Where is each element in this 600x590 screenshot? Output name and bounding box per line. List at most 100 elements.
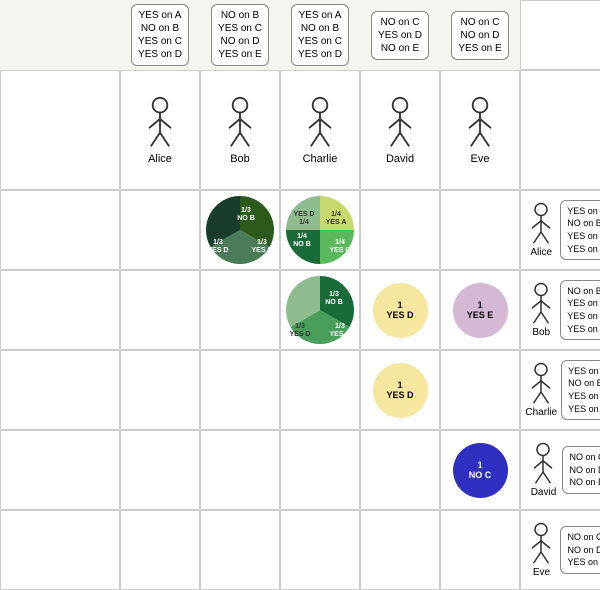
david-right-icon	[528, 442, 558, 487]
r5c2-empty	[120, 350, 200, 430]
svg-text:1/4: 1/4	[299, 219, 309, 226]
bob-right-icon	[526, 282, 556, 327]
bob-label-top: Bob	[230, 153, 250, 165]
svg-text:YES D: YES D	[289, 331, 310, 338]
david-right-label: David	[531, 487, 557, 498]
svg-text:YES D: YES D	[207, 247, 228, 254]
top-right-empty	[520, 0, 600, 70]
corner-empty	[0, 0, 120, 70]
svg-text:1/4: 1/4	[297, 233, 307, 240]
right-alice-cell: Alice YES on ANO on BYES on CYES on D	[520, 190, 600, 270]
circle-eve-david: 1 NO C	[453, 443, 508, 498]
r5c3-empty	[200, 350, 280, 430]
charlie-label-top: Charlie	[303, 153, 338, 165]
right-eve-cell: Eve NO on CNO on DYES on E	[520, 510, 600, 590]
eve-label-top: Eve	[471, 153, 490, 165]
david-right-votes: NO on CNO on DNO on E	[562, 446, 600, 494]
r7c5-empty	[360, 510, 440, 590]
svg-text:YES C: YES C	[251, 247, 272, 254]
cell-bob-alice: 1/3 NO B 1/3 YES C 1/3 YES D	[200, 190, 280, 270]
persons-right-empty	[520, 70, 600, 190]
header-bob: NO on BYES on CNO on DYES on E	[200, 0, 280, 70]
svg-text:1/3: 1/3	[241, 207, 251, 214]
alice-right-icon	[526, 202, 556, 247]
person-alice-top: Alice	[120, 70, 200, 190]
eve-right-votes: NO on CNO on DYES on E	[560, 526, 600, 574]
r5c6-empty	[440, 350, 520, 430]
alice-label-top: Alice	[148, 153, 172, 165]
r6c1-empty	[0, 430, 120, 510]
circle-david-charlie: 1 YES D	[373, 363, 428, 418]
cell-david-charlie: 1 YES D	[360, 350, 440, 430]
right-charlie-cell: Charlie YES on ANO on BYES on CYES on D	[520, 350, 600, 430]
alice-icon	[140, 96, 180, 151]
eve-right-icon	[526, 522, 556, 567]
person-eve-top: Eve	[440, 70, 520, 190]
david-label-top: David	[386, 153, 414, 165]
r7c2-empty	[120, 510, 200, 590]
persons-row-empty	[0, 70, 120, 190]
eve-right-label: Eve	[533, 567, 550, 578]
svg-text:YES C: YES C	[329, 247, 350, 254]
r6c5-empty	[360, 430, 440, 510]
cell-eve-david: 1 NO C	[440, 430, 520, 510]
header-eve: NO on CNO on DYES on E	[440, 0, 520, 70]
charlie-right-icon	[526, 362, 556, 407]
svg-text:1/3: 1/3	[335, 323, 345, 330]
r7c6-empty	[440, 510, 520, 590]
charlie-icon	[300, 96, 340, 151]
r3c5-empty	[360, 190, 440, 270]
svg-text:1/3: 1/3	[257, 239, 267, 246]
eve-icon	[460, 96, 500, 151]
alice-right-label: Alice	[530, 247, 552, 258]
header-david: NO on CYES on DNO on E	[360, 0, 440, 70]
charlie-right-label: Charlie	[525, 407, 557, 418]
cell-charlie-bob: 1/3 NO B 1/3 YES C 1/3 YES D	[280, 270, 360, 350]
svg-text:NO B: NO B	[293, 241, 311, 248]
david-icon	[380, 96, 420, 151]
svg-text:1/3: 1/3	[329, 291, 339, 298]
bob-right-votes: NO on BYES on CYES on DYES on E	[560, 280, 600, 340]
bob-right-label: Bob	[532, 327, 550, 338]
r3c1-empty	[0, 190, 120, 270]
r7c3-empty	[200, 510, 280, 590]
charlie-right-votes: YES on ANO on BYES on CYES on D	[561, 360, 600, 420]
r3c2-empty	[120, 190, 200, 270]
svg-text:YES A: YES A	[326, 219, 347, 226]
svg-text:1/4: 1/4	[335, 239, 345, 246]
r6c3-empty	[200, 430, 280, 510]
svg-text:1/3: 1/3	[295, 323, 305, 330]
r6c4-empty	[280, 430, 360, 510]
r5c4-empty	[280, 350, 360, 430]
right-david-cell: David NO on CNO on DNO on E	[520, 430, 600, 510]
circle-eve-bob: 1 YES E	[453, 283, 508, 338]
svg-text:YES D: YES D	[293, 211, 314, 218]
right-bob-cell: Bob NO on BYES on CYES on DYES on E	[520, 270, 600, 350]
svg-text:NO B: NO B	[237, 215, 255, 222]
person-bob-top: Bob	[200, 70, 280, 190]
alice-right-votes: YES on ANO on BYES on CYES on D	[560, 200, 600, 260]
r4c3-empty	[200, 270, 280, 350]
r4c2-empty	[120, 270, 200, 350]
bob-icon	[220, 96, 260, 151]
r5c1-empty	[0, 350, 120, 430]
r6c2-empty	[120, 430, 200, 510]
pie-charlie-bob: 1/3 NO B 1/3 YES C 1/3 YES D	[284, 274, 356, 346]
pie-charlie-alice: 1/4 YES A 1/4 YES C NO B 1/4 YES D 1/4	[284, 194, 356, 266]
svg-text:YES C: YES C	[329, 331, 350, 338]
circle-david-bob: 1 YES D	[373, 283, 428, 338]
header-charlie: YES on ANO on BYES on CYES on D	[280, 0, 360, 70]
r3c6-empty	[440, 190, 520, 270]
header-alice: YES on ANO on BYES on CYES on D	[120, 0, 200, 70]
cell-david-bob: 1 YES D	[360, 270, 440, 350]
person-david-top: David	[360, 70, 440, 190]
r4c1-empty	[0, 270, 120, 350]
svg-text:1/4: 1/4	[331, 211, 341, 218]
svg-text:NO B: NO B	[325, 299, 343, 306]
cell-charlie-alice: 1/4 YES A 1/4 YES C NO B 1/4 YES D 1/4	[280, 190, 360, 270]
person-charlie-top: Charlie	[280, 70, 360, 190]
pie-bob-alice: 1/3 NO B 1/3 YES C 1/3 YES D	[204, 194, 276, 266]
svg-text:1/3: 1/3	[213, 239, 223, 246]
r7c4-empty	[280, 510, 360, 590]
r7c1-empty	[0, 510, 120, 590]
